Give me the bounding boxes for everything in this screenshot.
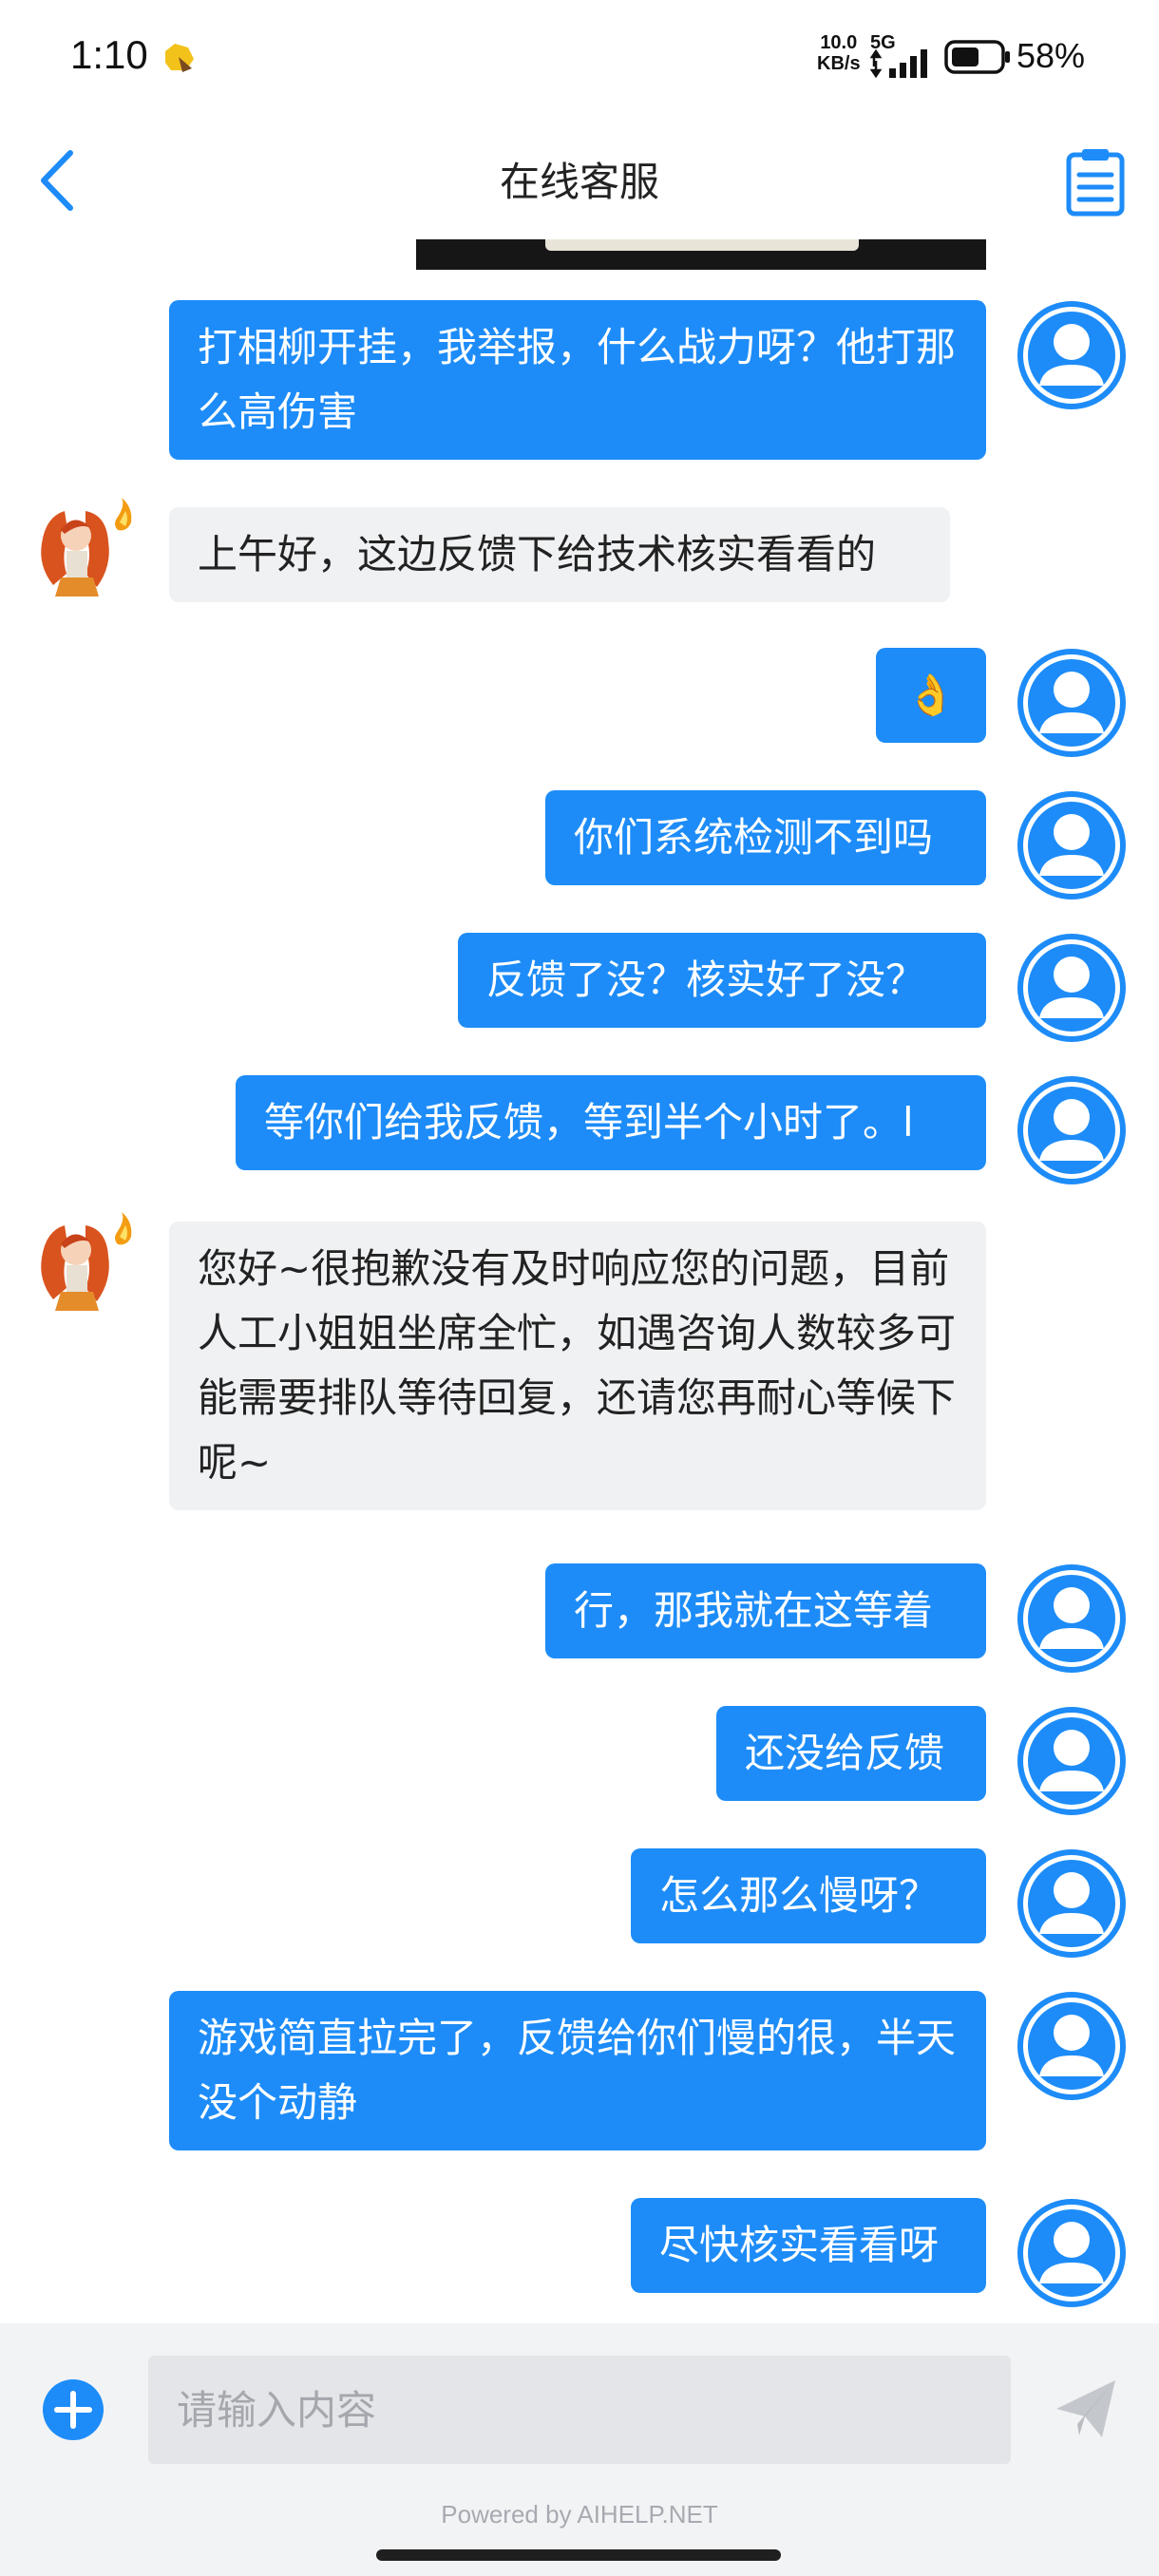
message-bubble-outgoing[interactable]: 你们系统检测不到吗 xyxy=(545,790,986,885)
status-bar: 1:10 10.0 KB/s 5G 58% xyxy=(0,0,1159,114)
message-bubble-outgoing[interactable]: 尽快核实看看呀 xyxy=(631,2198,986,2293)
message-bubble-outgoing[interactable]: 打相柳开挂，我举报，什么战力呀？他打那么高伤害 xyxy=(169,300,986,460)
message-bubble-outgoing[interactable]: 反馈了没？核实好了没？ xyxy=(458,933,986,1028)
battery-icon xyxy=(944,40,1010,74)
message-bubble-outgoing[interactable]: 怎么那么慢呀？ xyxy=(631,1848,986,1943)
image-thumbnail-content xyxy=(545,239,859,251)
powered-by-footer: Powered by AIHELP.NET xyxy=(441,2500,718,2529)
top-nav-bar: 在线客服 xyxy=(0,123,1159,237)
plus-circle-icon[interactable] xyxy=(42,2378,104,2441)
image-message-thumbnail[interactable] xyxy=(416,239,986,270)
message-bubble-outgoing[interactable]: 行，那我就在这等着 xyxy=(545,1563,986,1658)
user-avatar-icon xyxy=(1017,1076,1126,1184)
paper-plane-icon[interactable] xyxy=(1053,2377,1119,2443)
user-avatar-icon xyxy=(1017,301,1126,409)
user-avatar-icon xyxy=(1017,1707,1126,1815)
user-avatar-icon xyxy=(1017,649,1126,757)
status-time: 1:10 xyxy=(70,32,148,77)
battery-percent: 58% xyxy=(1016,36,1086,75)
agent-avatar xyxy=(41,1212,132,1311)
message-bubble-incoming[interactable]: 您好~很抱歉没有及时响应您的问题，目前人工小姐姐坐席全忙，如遇咨询人数较多可能需… xyxy=(169,1222,986,1510)
clipboard-list-icon[interactable] xyxy=(1064,146,1127,217)
message-input[interactable] xyxy=(148,2356,1011,2464)
user-avatar-icon xyxy=(1017,1849,1126,1958)
composer-bar: Powered by AIHELP.NET xyxy=(0,2323,1159,2576)
user-avatar-icon xyxy=(1017,1564,1126,1673)
message-bubble-outgoing[interactable]: 👌 xyxy=(876,648,986,743)
user-avatar-icon xyxy=(1017,2199,1126,2307)
page-title: 在线客服 xyxy=(499,159,659,205)
message-bubble-outgoing[interactable]: 还没给反馈 xyxy=(716,1706,986,1801)
user-avatar-icon xyxy=(1017,791,1126,900)
user-avatar-icon xyxy=(1017,1992,1126,2100)
network-speed: 10.0 KB/s xyxy=(817,32,861,74)
message-bubble-incoming[interactable]: 上午好，这边反馈下给技术核实看看的 xyxy=(169,507,950,602)
user-avatar-icon xyxy=(1017,934,1126,1042)
message-bubble-outgoing[interactable]: 游戏简直拉完了，反馈给你们慢的很，半天没个动静 xyxy=(169,1991,986,2150)
signal-icon xyxy=(870,49,927,78)
message-bubble-outgoing[interactable]: 等你们给我反馈，等到半个小时了。l xyxy=(236,1075,986,1170)
home-indicator[interactable] xyxy=(376,2549,781,2561)
network-speed-unit: KB/s xyxy=(817,53,861,74)
agent-avatar xyxy=(41,498,132,597)
network-speed-value: 10.0 xyxy=(820,32,858,53)
app-notification-icon xyxy=(165,44,194,72)
chat-message-list[interactable]: 打相柳开挂，我举报，什么战力呀？他打那么高伤害 上午好，这边反馈下给技术核实看看… xyxy=(0,239,1159,2323)
